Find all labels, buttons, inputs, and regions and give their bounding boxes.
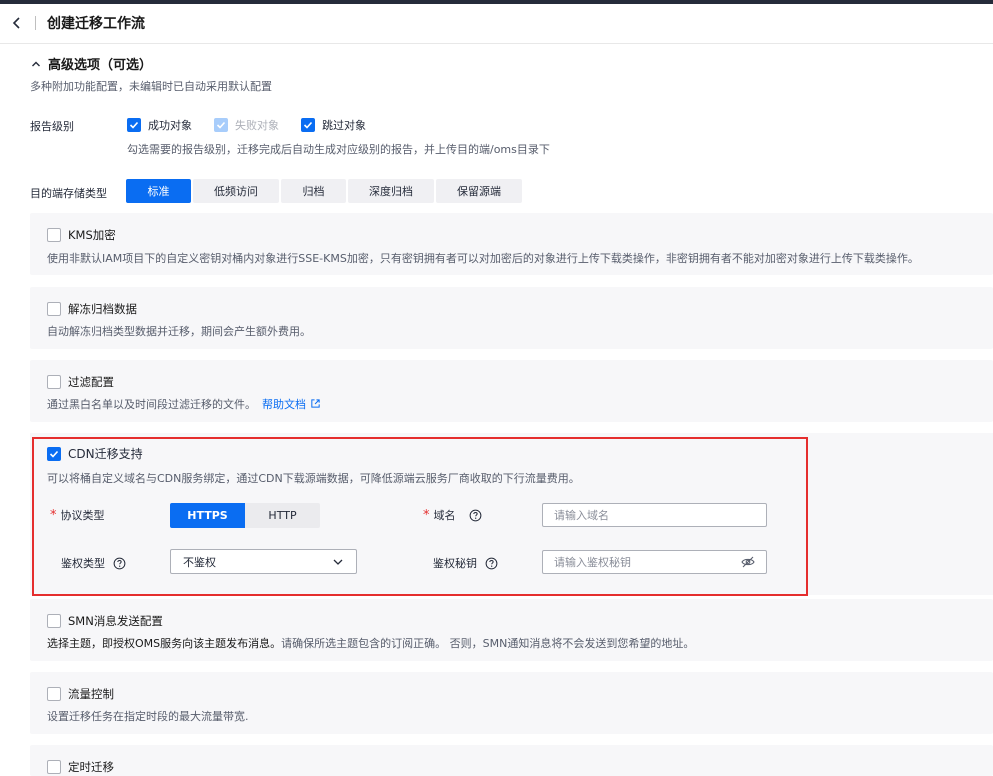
filter-card: 过滤配置 通过黑白名单以及时间段过滤迁移的文件。 帮助文档 xyxy=(30,360,993,422)
storage-option-keep-source[interactable]: 保留源端 xyxy=(436,179,522,203)
help-question-icon[interactable] xyxy=(469,509,482,522)
checkbox-label: 跳过对象 xyxy=(322,119,366,132)
smn-desc-rest: 请确保所选主题包含的订阅正确。 否则，SMN通知消息将不会发送到您希望的地址。 xyxy=(281,637,695,650)
section-subtitle: 多种附加功能配置，未编辑时已自动采用默认配置 xyxy=(30,80,272,93)
thaw-description: 自动解冻归档类型数据并迁移，期间会产生额外费用。 xyxy=(47,325,311,338)
smn-desc-main: 选择主题，即授权OMS服务向该主题发布消息。 xyxy=(47,637,282,650)
flow-control-title: 流量控制 xyxy=(68,687,114,701)
storage-option-infrequent[interactable]: 低频访问 xyxy=(193,179,279,203)
protocol-label-text: 协议类型 xyxy=(60,509,105,522)
check-icon xyxy=(303,121,313,129)
report-skipped-checkbox[interactable]: 跳过对象 xyxy=(301,117,366,133)
checkbox-box xyxy=(47,302,61,316)
help-doc-link-text: 帮助文档 xyxy=(262,398,306,411)
required-mark: * xyxy=(50,507,57,523)
auth-type-label-text: 鉴权类型 xyxy=(61,557,105,570)
filter-checkbox[interactable]: 过滤配置 xyxy=(47,374,114,390)
checkbox-label: 失败对象 xyxy=(235,119,279,132)
report-level-hint: 勾选需要的报告级别，迁移完成后自动生成对应级别的报告，并上传目的端/oms目录下 xyxy=(127,143,550,156)
section-title: 高级选项（可选） xyxy=(48,58,153,73)
smn-card: SMN消息发送配置 选择主题，即授权OMS服务向该主题发布消息。请确保所选主题包… xyxy=(30,599,993,661)
domain-label-text: 域名 xyxy=(433,509,456,522)
help-doc-link[interactable]: 帮助文档 xyxy=(262,398,321,411)
checkbox-box xyxy=(214,118,228,132)
smn-description: 选择主题，即授权OMS服务向该主题发布消息。请确保所选主题包含的订阅正确。 否则… xyxy=(47,635,694,651)
filter-title: 过滤配置 xyxy=(68,375,114,389)
report-level-label: 报告级别 xyxy=(30,120,74,133)
smn-title: SMN消息发送配置 xyxy=(68,614,163,628)
eye-hidden-icon[interactable] xyxy=(741,556,755,568)
thaw-title: 解冻归档数据 xyxy=(68,302,137,316)
flow-control-description: 设置迁移任务在指定时段的最大流量带宽. xyxy=(47,710,249,723)
kms-checkbox[interactable]: KMS加密 xyxy=(47,227,116,243)
checkbox-label: 成功对象 xyxy=(148,119,192,132)
storage-option-deep-archive[interactable]: 深度归档 xyxy=(348,179,434,203)
checkbox-box xyxy=(47,687,61,701)
external-link-icon xyxy=(311,399,320,408)
chevron-up-icon xyxy=(32,61,40,66)
header-divider xyxy=(35,16,36,30)
advanced-options-toggle[interactable]: 高级选项（可选） xyxy=(30,54,152,73)
auth-key-label: 鉴权秘钥 xyxy=(433,555,498,571)
schedule-card: 定时迁移 xyxy=(30,745,993,776)
auth-type-select[interactable]: 不鉴权 xyxy=(170,549,357,574)
filter-description: 通过黑白名单以及时间段过滤迁移的文件。 帮助文档 xyxy=(47,396,321,412)
checkbox-box xyxy=(47,760,61,774)
smn-checkbox[interactable]: SMN消息发送配置 xyxy=(47,613,163,629)
auth-key-label-text: 鉴权秘钥 xyxy=(433,557,477,570)
page-title: 创建迁移工作流 xyxy=(47,16,145,32)
checkbox-box xyxy=(301,118,315,132)
checkbox-box xyxy=(47,228,61,242)
help-question-icon[interactable] xyxy=(485,557,498,570)
storage-class-label: 目的端存储类型 xyxy=(30,187,107,200)
protocol-https-button[interactable]: HTTPS xyxy=(170,503,245,528)
flow-control-checkbox[interactable]: 流量控制 xyxy=(47,686,114,702)
checkbox-box xyxy=(47,614,61,628)
storage-class-selector: 标准 低频访问 归档 深度归档 保留源端 xyxy=(126,179,522,203)
kms-card: KMS加密 使用非默认IAM项目下的自定义密钥对桶内对象进行SSE-KMS加密，… xyxy=(30,213,993,275)
flow-control-card: 流量控制 设置迁移任务在指定时段的最大流量带宽. xyxy=(30,672,993,734)
schedule-checkbox[interactable]: 定时迁移 xyxy=(47,759,114,775)
kms-description: 使用非默认IAM项目下的自定义密钥对桶内对象进行SSE-KMS加密，只有密钥拥有… xyxy=(47,252,919,265)
thaw-checkbox[interactable]: 解冻归档数据 xyxy=(47,301,137,317)
checkbox-box xyxy=(127,118,141,132)
protocol-http-button[interactable]: HTTP xyxy=(245,503,320,528)
storage-option-standard[interactable]: 标准 xyxy=(126,179,191,203)
filter-desc-text: 通过黑白名单以及时间段过滤迁移的文件。 xyxy=(47,398,256,411)
auth-type-value: 不鉴权 xyxy=(183,555,216,569)
checkbox-box xyxy=(47,375,61,389)
thaw-card: 解冻归档数据 自动解冻归档类型数据并迁移，期间会产生额外费用。 xyxy=(30,287,993,349)
protocol-label: * 协议类型 xyxy=(50,507,105,523)
report-level-options: 成功对象 失败对象 跳过对象 xyxy=(127,117,366,133)
help-question-icon[interactable] xyxy=(113,557,126,570)
protocol-selector: HTTPS HTTP xyxy=(170,503,320,528)
check-icon xyxy=(216,121,226,129)
auth-type-label: 鉴权类型 xyxy=(61,555,126,571)
schedule-title: 定时迁移 xyxy=(68,760,114,774)
kms-title: KMS加密 xyxy=(68,228,116,242)
storage-option-archive[interactable]: 归档 xyxy=(281,179,346,203)
auth-key-input[interactable] xyxy=(542,550,767,574)
check-icon xyxy=(129,121,139,129)
chevron-down-icon xyxy=(333,559,343,565)
page-header: 创建迁移工作流 xyxy=(0,4,993,44)
domain-input[interactable] xyxy=(542,503,767,527)
report-success-checkbox[interactable]: 成功对象 xyxy=(127,117,192,133)
back-arrow-icon[interactable] xyxy=(9,15,25,31)
report-failed-checkbox: 失败对象 xyxy=(214,117,279,133)
domain-label: * 域名 xyxy=(423,507,482,523)
required-mark: * xyxy=(423,507,430,523)
